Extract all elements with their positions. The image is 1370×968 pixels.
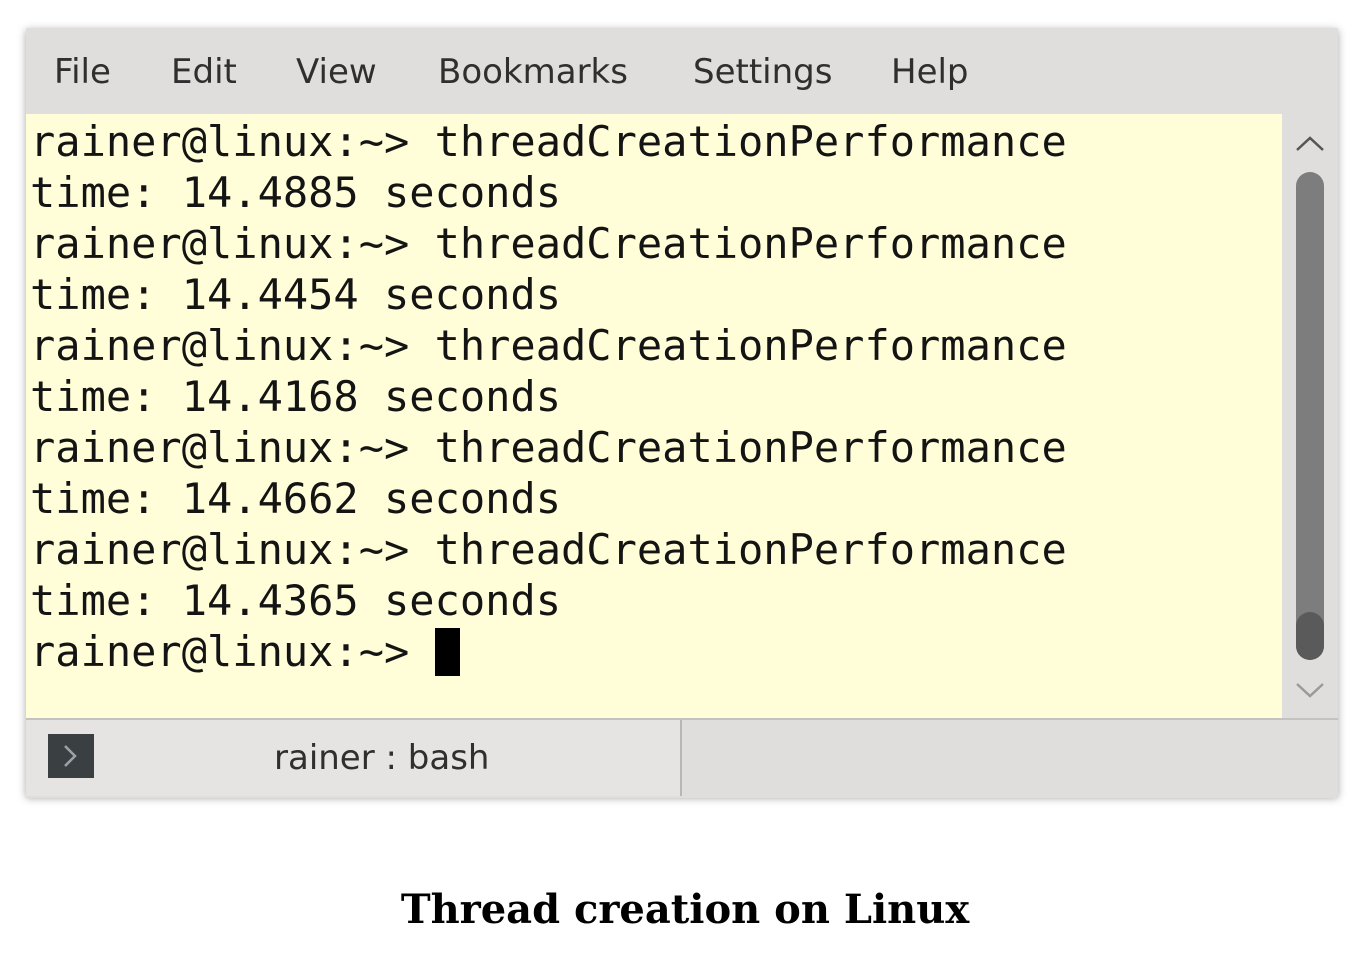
chevron-down-icon[interactable] xyxy=(1282,670,1338,710)
terminal-prompt-line: rainer@linux:~> xyxy=(30,626,1067,677)
terminal-line: time: 14.4662 seconds xyxy=(30,474,562,523)
text-cursor xyxy=(435,628,461,676)
terminal-prompt-icon xyxy=(48,734,94,778)
terminal-line: time: 14.4168 seconds xyxy=(30,372,562,421)
chevron-up-icon[interactable] xyxy=(1282,124,1338,164)
menu-bookmarks[interactable]: Bookmarks xyxy=(438,52,628,92)
menu-view[interactable]: View xyxy=(296,52,377,92)
menubar: File Edit View Bookmarks Settings Help xyxy=(26,28,1338,114)
menu-file[interactable]: File xyxy=(54,52,111,92)
terminal-line: rainer@linux:~> threadCreationPerformanc… xyxy=(30,525,1067,574)
scrollbar-thumb[interactable] xyxy=(1296,612,1324,660)
menu-help[interactable]: Help xyxy=(891,52,969,92)
terminal-output[interactable]: rainer@linux:~> threadCreationPerformanc… xyxy=(26,114,1282,718)
terminal-line: rainer@linux:~> threadCreationPerformanc… xyxy=(30,423,1067,472)
tab-label: rainer : bash xyxy=(274,738,490,778)
figure-caption: Thread creation on Linux xyxy=(400,886,970,933)
terminal-line: rainer@linux:~> threadCreationPerformanc… xyxy=(30,219,1067,268)
terminal-line: time: 14.4454 seconds xyxy=(30,270,562,319)
tab-bar: rainer : bash xyxy=(26,718,1338,798)
terminal-line: rainer@linux:~> threadCreationPerformanc… xyxy=(30,117,1067,166)
terminal-line: time: 14.4885 seconds xyxy=(30,168,562,217)
terminal-lines: rainer@linux:~> threadCreationPerformanc… xyxy=(30,116,1067,677)
terminal-line: time: 14.4365 seconds xyxy=(30,576,562,625)
terminal-line: rainer@linux:~> threadCreationPerformanc… xyxy=(30,321,1067,370)
terminal-prompt: rainer@linux:~> xyxy=(30,627,410,676)
menu-settings[interactable]: Settings xyxy=(693,52,832,92)
vertical-scrollbar[interactable] xyxy=(1282,114,1338,718)
tab-rainer-bash[interactable]: rainer : bash xyxy=(26,720,682,796)
menu-edit[interactable]: Edit xyxy=(171,52,237,92)
konsole-window: File Edit View Bookmarks Settings Help r… xyxy=(26,28,1338,798)
scrollbar-track[interactable] xyxy=(1296,172,1324,660)
